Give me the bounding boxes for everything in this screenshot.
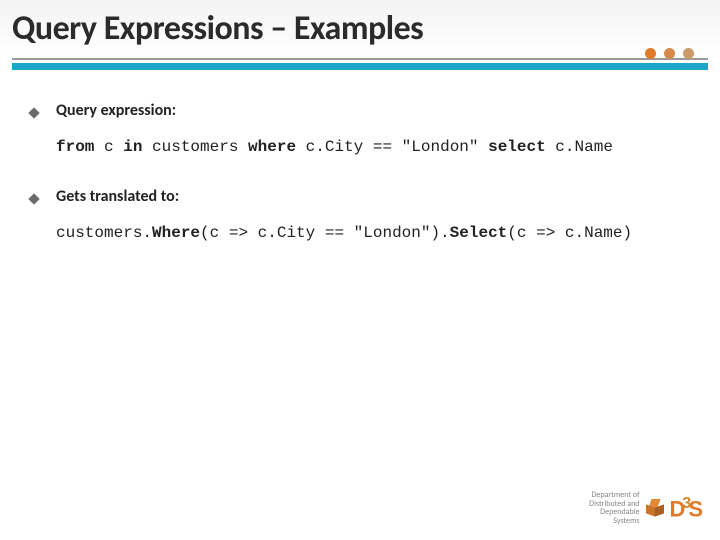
code-text: customers xyxy=(142,138,248,156)
footer-line: Systems xyxy=(589,517,639,526)
code-text: (c => c.City == "London"). xyxy=(200,224,450,242)
logo-letter-s: S xyxy=(688,496,702,521)
dot-icon xyxy=(664,48,675,59)
code-text: c.City == "London" xyxy=(296,138,488,156)
keyword-in: in xyxy=(123,138,142,156)
code-text: (c => c.Name) xyxy=(507,224,632,242)
diamond-bullet-icon xyxy=(30,102,56,120)
slide: Query Expressions – Examples Query expre… xyxy=(0,0,720,540)
dot-icon xyxy=(645,48,656,59)
d3s-logo: D3S xyxy=(670,495,702,522)
corner-dots xyxy=(645,48,694,59)
method-select: Select xyxy=(450,224,508,242)
title-underline xyxy=(0,58,720,70)
code-block-query: from c in customers where c.City == "Lon… xyxy=(56,138,690,156)
code-block-translated: customers.Where(c => c.City == "London")… xyxy=(56,224,690,242)
footer-dept-text: Department of Distributed and Dependable… xyxy=(589,491,639,526)
bullet-label: Gets translated to: xyxy=(56,187,179,206)
keyword-from: from xyxy=(56,138,94,156)
bullet-label: Query expression: xyxy=(56,101,176,120)
keyword-where: where xyxy=(248,138,296,156)
dot-icon xyxy=(683,48,694,59)
keyword-select: select xyxy=(488,138,546,156)
slide-title: Query Expressions – Examples xyxy=(12,8,423,49)
diamond-bullet-icon xyxy=(30,188,56,206)
bullet-row: Query expression: xyxy=(30,100,690,120)
method-where: Where xyxy=(152,224,200,242)
code-text: customers. xyxy=(56,224,152,242)
content-area: Query expression: from c in customers wh… xyxy=(30,100,690,272)
cube-icon xyxy=(646,499,664,517)
bullet-row: Gets translated to: xyxy=(30,186,690,206)
footer-logo: Department of Distributed and Dependable… xyxy=(589,491,702,526)
code-text: c.Name xyxy=(546,138,613,156)
code-text: c xyxy=(94,138,123,156)
